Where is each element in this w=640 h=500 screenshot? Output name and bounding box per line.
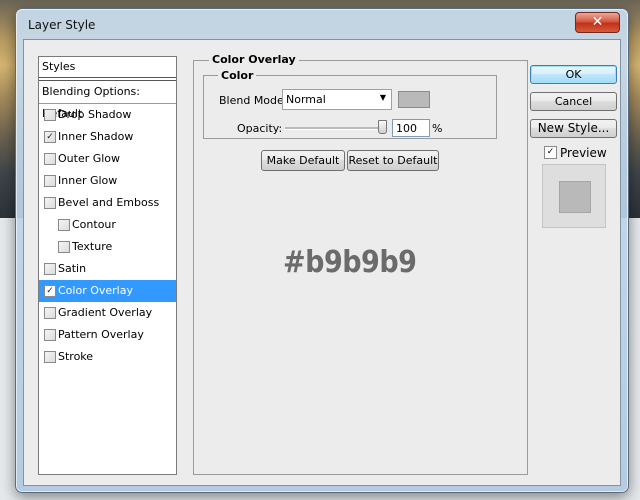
blending-options-item[interactable]: Blending Options: Default: [39, 80, 176, 120]
window-title: Layer Style: [28, 18, 96, 32]
blend-mode-select[interactable]: Normal ▼: [282, 89, 392, 110]
style-item-inner-glow[interactable]: Inner Glow: [39, 170, 176, 192]
style-item-color-overlay[interactable]: ✓ Color Overlay: [39, 280, 176, 302]
style-item-bevel-and-emboss[interactable]: Bevel and Emboss: [39, 192, 176, 214]
style-item-satin[interactable]: Satin: [39, 258, 176, 280]
preview-checkbox[interactable]: ✓: [544, 146, 557, 159]
drop-shadow-checkbox[interactable]: [44, 109, 56, 121]
opacity-input[interactable]: 100: [392, 119, 430, 137]
gradient-overlay-checkbox[interactable]: [44, 307, 56, 319]
style-item-label: Texture: [72, 240, 113, 253]
blend-mode-value: Normal: [286, 93, 326, 106]
blend-mode-label: Blend Mode:: [219, 94, 288, 107]
reset-to-default-button[interactable]: Reset to Default: [347, 150, 439, 171]
style-item-label: Pattern Overlay: [58, 328, 144, 341]
ok-button[interactable]: OK: [530, 65, 617, 84]
style-item-stroke[interactable]: Stroke: [39, 346, 176, 368]
dialog-client-area: Styles Blending Options: Default Drop Sh…: [23, 39, 621, 486]
bevel-and-emboss-checkbox[interactable]: [44, 197, 56, 209]
style-item-contour[interactable]: Contour: [39, 214, 176, 236]
styles-header[interactable]: Styles: [39, 57, 176, 78]
style-item-label: Satin: [58, 262, 87, 275]
preview-label[interactable]: Preview: [560, 146, 607, 160]
style-item-label: Inner Glow: [58, 174, 118, 187]
layer-style-dialog: Layer Style ✕ Styles Blending Options: D…: [15, 8, 629, 493]
style-item-label: Drop Shadow: [58, 108, 132, 121]
style-item-label: Outer Glow: [58, 152, 121, 165]
make-default-button[interactable]: Make Default: [261, 150, 345, 171]
style-item-label: Color Overlay: [58, 284, 133, 297]
opacity-slider-track[interactable]: [285, 127, 385, 130]
chevron-down-icon: ▼: [379, 93, 386, 102]
style-items-list: Drop Shadow ✓ Inner Shadow Outer Glow Inner …: [39, 104, 176, 368]
outer-glow-checkbox[interactable]: [44, 153, 56, 165]
style-item-label: Contour: [72, 218, 116, 231]
color-overlay-title: Color Overlay: [209, 53, 299, 66]
style-item-inner-shadow[interactable]: ✓ Inner Shadow: [39, 126, 176, 148]
color-overlay-checkbox[interactable]: ✓: [44, 285, 56, 297]
color-subgroup-title: Color: [218, 69, 257, 82]
opacity-unit: %: [432, 122, 443, 135]
style-item-gradient-overlay[interactable]: Gradient Overlay: [39, 302, 176, 324]
preview-thumbnail: [542, 164, 606, 228]
overlay-color-swatch[interactable]: [398, 91, 430, 108]
style-item-label: Bevel and Emboss: [58, 196, 160, 209]
opacity-label: Opacity:: [237, 122, 283, 135]
styles-list-panel: Styles Blending Options: Default Drop Sh…: [38, 56, 177, 475]
style-item-outer-glow[interactable]: Outer Glow: [39, 148, 176, 170]
close-button[interactable]: ✕: [575, 12, 620, 33]
contour-checkbox[interactable]: [58, 219, 70, 231]
preview-swatch: [559, 181, 591, 213]
inner-glow-checkbox[interactable]: [44, 175, 56, 187]
opacity-value: 100: [396, 122, 417, 135]
pattern-overlay-checkbox[interactable]: [44, 329, 56, 341]
style-item-label: Inner Shadow: [58, 130, 134, 143]
new-style-button[interactable]: New Style...: [530, 119, 617, 138]
style-item-drop-shadow[interactable]: Drop Shadow: [39, 104, 176, 126]
texture-checkbox[interactable]: [58, 241, 70, 253]
inner-shadow-checkbox[interactable]: ✓: [44, 131, 56, 143]
style-item-texture[interactable]: Texture: [39, 236, 176, 258]
hex-color-caption: #b9b9b9: [283, 245, 417, 280]
style-item-label: Gradient Overlay: [58, 306, 153, 319]
satin-checkbox[interactable]: [44, 263, 56, 275]
stroke-checkbox[interactable]: [44, 351, 56, 363]
style-item-label: Stroke: [58, 350, 94, 363]
style-item-pattern-overlay[interactable]: Pattern Overlay: [39, 324, 176, 346]
cancel-button[interactable]: Cancel: [530, 92, 617, 111]
title-bar[interactable]: Layer Style: [24, 15, 584, 37]
opacity-slider-thumb[interactable]: [378, 120, 387, 134]
